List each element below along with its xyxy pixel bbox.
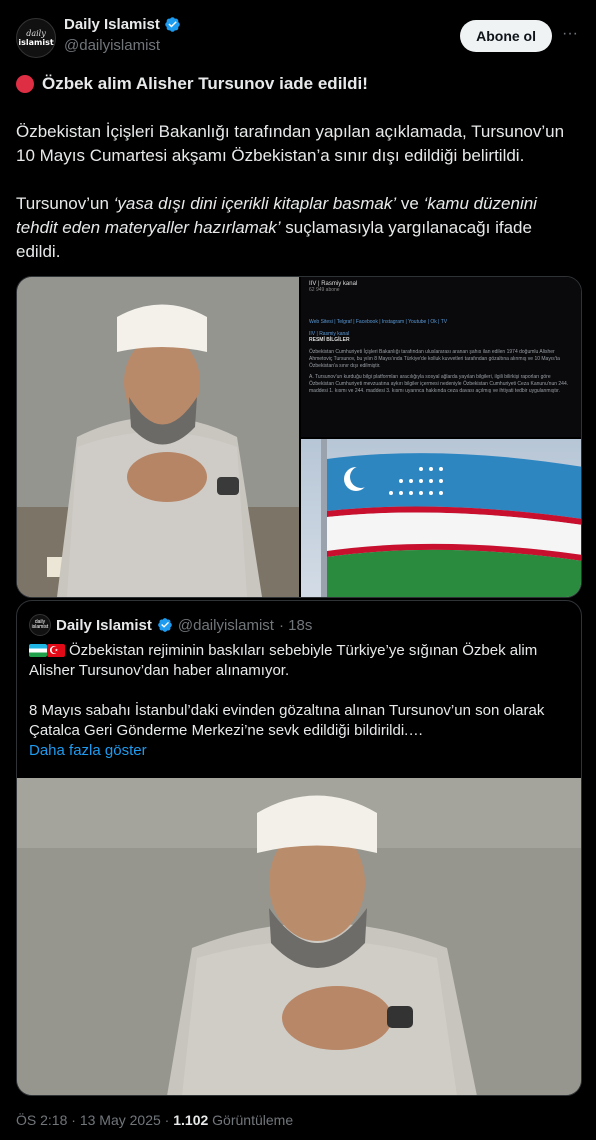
tweet-meta: ÖS 2:18 · 13 May 2025 · 1.102 Görüntülem…: [16, 1112, 293, 1128]
tweet-header: daily islamist Daily Islamist @dailyisla…: [16, 14, 580, 58]
author-display-name-row[interactable]: Daily Islamist: [64, 16, 181, 33]
para2-prefix: Tursunov’un: [16, 194, 114, 213]
more-horizontal-icon[interactable]: ···: [560, 26, 580, 46]
author-avatar[interactable]: daily islamist: [16, 18, 56, 58]
turkey-flag-icon: [47, 641, 65, 661]
telegram-post-body-1: Özbekistan Cumhuriyeti İçişleri Bakanlığ…: [309, 349, 560, 369]
quoted-scholar-illustration: [17, 778, 581, 1095]
views-label: Görüntüleme: [208, 1112, 294, 1128]
scholar-illustration: [17, 277, 299, 597]
telegram-screenshot[interactable]: IIV | Rasmiy kanal 62 949 abone Web Site…: [301, 277, 581, 437]
media-grid: IIV | Rasmiy kanal 62 949 abone Web Site…: [16, 276, 582, 598]
quoted-paragraph-1: Özbekistan rejiminin baskıları sebebiyle…: [29, 642, 538, 679]
uzbekistan-flag-illustration: [321, 439, 581, 597]
media-right-column: IIV | Rasmiy kanal 62 949 abone Web Site…: [301, 277, 581, 597]
meta-separator-1: ·: [67, 1112, 80, 1128]
quoted-verified-badge-icon: [158, 618, 172, 632]
uzbekistan-flag-icon: [29, 644, 47, 657]
tweet-paragraph-2: Tursunov’un ‘yasa dışı dini içerikli kit…: [16, 192, 580, 264]
avatar-text-top: daily: [26, 29, 46, 38]
quoted-author-handle: @dailyislamist: [177, 616, 274, 634]
quoted-photo-scholar[interactable]: [17, 778, 581, 1095]
view-count: 1.102: [173, 1112, 209, 1128]
author-name-block: Daily Islamist @dailyislamist: [64, 16, 181, 54]
para2-italic-1: ‘yasa dışı dini içerikli kitaplar basmak…: [113, 194, 397, 213]
quoted-avatar-text-bottom: islamist: [31, 624, 49, 630]
para2-mid: ve: [396, 194, 424, 213]
quoted-paragraph-2: 8 Mayıs sabahı İstanbul’daki evinden göz…: [29, 702, 545, 739]
telegram-links: Web Sitesi | Telgraf | Facebook | Instag…: [309, 319, 448, 325]
show-more-link[interactable]: Daha fazla göster: [29, 741, 569, 761]
quoted-author-avatar: daily islamist: [29, 614, 51, 636]
meta-separator-2: ·: [160, 1112, 174, 1128]
telegram-post-heading: RESMİ BİLGİLER: [309, 337, 350, 343]
author-display-name[interactable]: Daily Islamist: [64, 16, 160, 33]
follow-button[interactable]: Abone ol: [460, 20, 552, 52]
quoted-paragraph-1-row: Özbekistan rejiminin baskıları sebebiyle…: [29, 641, 569, 681]
tweet-paragraph-1: Özbekistan İçişleri Bakanlığı tarafından…: [16, 122, 565, 165]
tweet-date[interactable]: 13 May 2025: [80, 1112, 161, 1128]
red-circle-icon: [16, 75, 34, 93]
quoted-time: · 18s: [278, 616, 313, 634]
quoted-author-name: Daily Islamist: [56, 616, 152, 634]
tweet-time[interactable]: ÖS 2:18: [16, 1112, 67, 1128]
verified-badge-icon: [165, 17, 180, 32]
quoted-tweet-text: Özbekistan rejiminin baskıları sebebiyle…: [29, 641, 569, 761]
tweet-title-line: Özbek alim Alisher Tursunov iade edildi!: [16, 72, 580, 96]
telegram-subscribers: 62 949 abone: [309, 287, 340, 293]
author-handle[interactable]: @dailyislamist: [64, 37, 181, 54]
tweet-title: Özbek alim Alisher Tursunov iade edildi!: [42, 74, 368, 93]
tweet-text: Özbek alim Alisher Tursunov iade edildi!…: [16, 72, 580, 288]
quoted-tweet-header: daily islamist Daily Islamist @dailyisla…: [29, 614, 312, 636]
avatar-text-bottom: islamist: [18, 38, 54, 47]
photo-scholar-speaking[interactable]: [17, 277, 299, 597]
quoted-tweet[interactable]: daily islamist Daily Islamist @dailyisla…: [16, 600, 582, 1096]
telegram-post-body-2: A. Tursunov'un kurduğu bilgi platformlar…: [309, 374, 569, 394]
photo-uzbekistan-flag[interactable]: [301, 439, 581, 597]
